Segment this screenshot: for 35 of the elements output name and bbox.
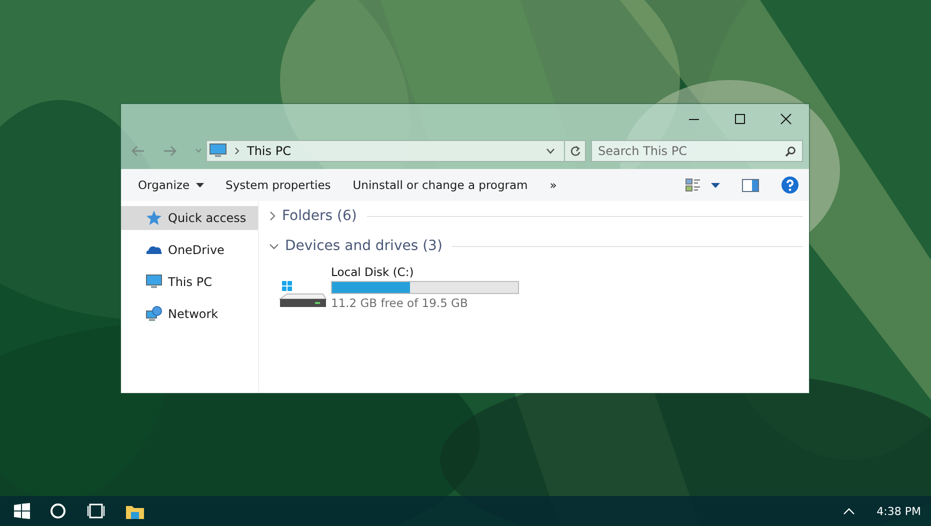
free-space-text: 11.2 GB free of 19.5 GB [331,296,469,310]
toolbar-button[interactable]: » [540,175,566,195]
dropdown-icon[interactable] [711,182,720,188]
computer-icon [146,274,162,290]
folder-icon[interactable] [126,504,144,518]
drive-name[interactable]: Local Disk (C:) [331,265,519,279]
search-icon [785,146,796,156]
address-path: This PC [247,144,292,158]
task-view-icon[interactable] [86,503,106,519]
sidebar-item[interactable]: This PC [121,270,258,294]
group-header[interactable]: Devices and drives (3) [285,238,442,254]
address-bar[interactable]: This PC [206,140,586,162]
star-icon [146,210,162,226]
chevron-down-icon[interactable] [269,242,279,250]
chevron-right-icon[interactable] [269,211,276,221]
windows-logo-icon[interactable] [14,503,30,519]
caret-icon [196,182,204,188]
sidebar-item[interactable]: OneDrive [121,238,258,262]
view-options-icon[interactable] [685,178,701,192]
organize-menu[interactable]: Organize [129,175,213,195]
circle-icon[interactable] [50,503,66,519]
search-field[interactable]: Search This PC [591,140,803,162]
toolbar-button[interactable]: System properties [216,175,340,195]
toolbar-button[interactable]: Uninstall or change a program [344,175,537,195]
preview-pane-icon[interactable] [742,178,759,192]
help-icon[interactable] [781,176,799,194]
chevron-up-icon[interactable] [842,508,855,514]
network-icon [146,306,162,322]
group-header[interactable]: Folders (6) [282,208,357,224]
computer-icon [209,143,227,158]
dropdown-icon[interactable] [546,148,555,154]
clock[interactable]: 4:38 PM [876,504,921,518]
sidebar-item[interactable]: Quick access [121,206,258,230]
sidebar-item[interactable]: Network [121,302,258,326]
chevron-icon [234,146,240,154]
